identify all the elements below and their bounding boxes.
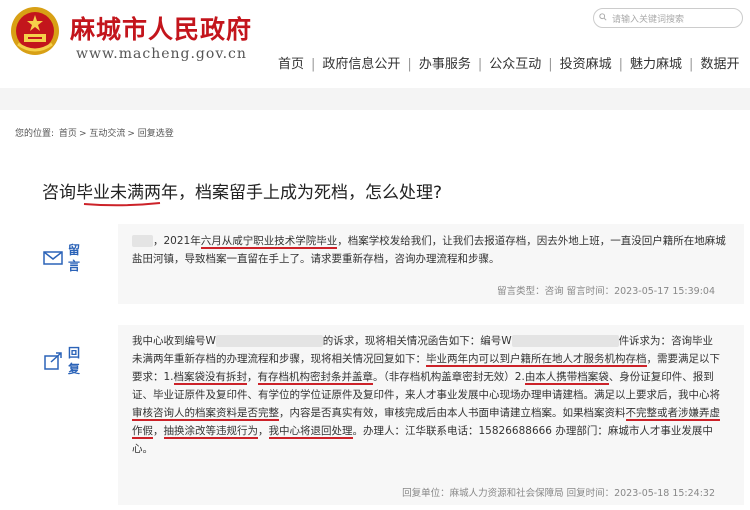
- message-label: 留言: [68, 243, 81, 273]
- reply-text-5c: 。办理人：江华联系电话：15826688666 办理部门：: [352, 425, 608, 437]
- reply-text-1: 我中心收到编号W: [132, 335, 216, 347]
- reply-text: 我中心收到编号W2023051700000111的诉求，现将相关情况函告如下：编…: [132, 332, 720, 458]
- reply-text-3a: ，: [247, 371, 258, 383]
- site-url: www.macheng.gov.cn: [76, 46, 247, 62]
- reply-highlight: 我中心将退回处理: [268, 425, 353, 439]
- message-highlight: 六月从咸宁职业技术学院毕业: [200, 235, 338, 249]
- reply-meta: 回复单位：麻城人力资源和社会保障局 回复时间：2023-05-18 15:24:…: [402, 488, 715, 499]
- nav-data[interactable]: 数据开: [700, 53, 739, 72]
- reply-text-4a: ，内容是否真实有效，审核完成后由本人书面申请建立档案。如果档案资料: [279, 407, 626, 419]
- reply-highlight: 由本人携带档案袋: [524, 371, 609, 385]
- nav-divider: |: [618, 57, 624, 72]
- breadcrumb-interaction[interactable]: 互动交流: [89, 129, 125, 139]
- reply-highlight: 审核咨询人的档案资料是否完整: [132, 407, 279, 421]
- reply-text-5b: ，: [258, 425, 269, 437]
- message-text-1: ，2021年: [153, 235, 201, 247]
- message-meta: 留言类型：咨询 留言时间：2023-05-17 15:39:04: [497, 286, 715, 297]
- breadcrumb-replies[interactable]: 回复选登: [138, 129, 174, 139]
- reply-text-1c: 件诉求为：: [618, 335, 672, 347]
- nav-invest[interactable]: 投资麻城: [560, 53, 612, 72]
- nav-gov-info[interactable]: 政府信息公开: [322, 53, 400, 72]
- main-nav: 首页 | 政府信息公开 | 办事服务 | 公众互动 | 投资麻城 | 魅力麻城 | 数据开: [278, 53, 739, 72]
- site-header: 麻城市人民政府 www.macheng.gov.cn 请输入关键词搜索 首页 | 政…: [0, 0, 750, 88]
- reply-text-5a: ，: [153, 425, 164, 437]
- nav-divider: |: [689, 57, 694, 72]
- mail-icon: [43, 251, 63, 265]
- reply-highlight: 毕业两年内可以到户籍所在地人才服务机构存档: [426, 353, 647, 367]
- search-placeholder: 请输入关键词搜索: [612, 15, 685, 25]
- message-text: 你好，2021年六月从咸宁职业技术学院毕业，档案学校发给我们，让我们去报道存档，…: [132, 232, 732, 268]
- nav-home[interactable]: 首页: [278, 53, 304, 72]
- reply-icon: [44, 352, 62, 370]
- reply-highlight: 档案袋没有拆封: [173, 371, 248, 385]
- header-band: [0, 88, 750, 110]
- nav-divider: |: [477, 57, 483, 72]
- breadcrumb-home[interactable]: 首页: [59, 129, 77, 139]
- breadcrumb: 您的位置: 首页 > 互动交流 > 回复选登: [15, 129, 174, 139]
- breadcrumb-prefix: 您的位置:: [15, 129, 55, 139]
- nav-divider: |: [407, 57, 412, 72]
- nav-divider: |: [548, 57, 553, 72]
- reply-text-3b: 。（非存档机构盖章密封无效）2.: [373, 371, 525, 383]
- nav-interaction[interactable]: 公众互动: [489, 53, 541, 72]
- reply-highlight: 抽换涂改等违规行为: [163, 425, 258, 439]
- redacted-text: 你好: [132, 235, 153, 247]
- search-icon[interactable]: [599, 13, 607, 21]
- reply-label: 回复: [68, 346, 81, 376]
- national-emblem-icon: [11, 7, 59, 55]
- nav-services[interactable]: 办事服务: [419, 53, 471, 72]
- title-underline-mark: [83, 202, 161, 207]
- reply-text-1b: 的诉求，现将相关情况函告如下：编号W: [322, 335, 512, 347]
- site-title[interactable]: 麻城市人民政府: [70, 10, 252, 46]
- nav-divider: |: [311, 57, 316, 72]
- redacted-text: 2023051700000111: [215, 335, 323, 347]
- reply-highlight: 有存档机构密封条并盖章: [257, 371, 374, 385]
- nav-charm[interactable]: 魅力麻城: [630, 53, 682, 72]
- redacted-text: 2023051700000111: [511, 335, 619, 347]
